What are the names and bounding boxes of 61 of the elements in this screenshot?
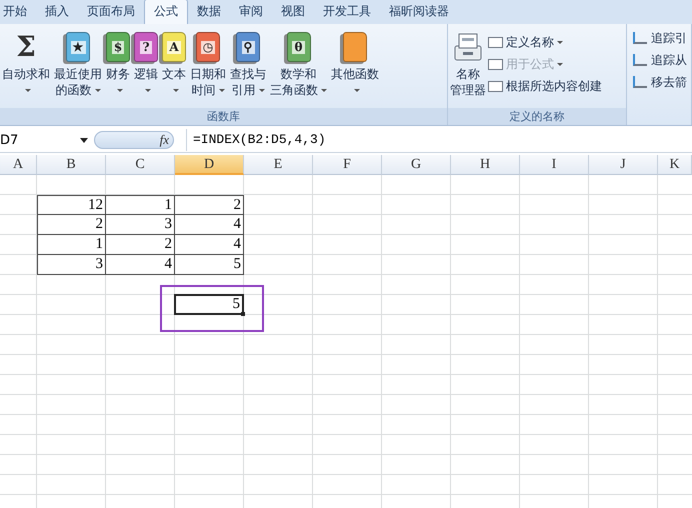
table-cell: 1 (106, 195, 175, 215)
ribbon-button[interactable]: 根据所选内容创建 (488, 76, 602, 96)
column-header[interactable]: G (382, 155, 451, 175)
table-cell: 2 (106, 235, 175, 255)
sigma-icon: Σ (16, 32, 36, 62)
formula-input[interactable]: =INDEX(B2:D5,4,3) (186, 129, 326, 151)
ribbon-button[interactable]: ◷ 日期和 时间 (188, 28, 228, 98)
ribbon-button[interactable]: 移去箭 (633, 72, 691, 92)
column-header[interactable]: H (451, 155, 520, 175)
book-icon: θ (286, 32, 310, 62)
table-cell: 4 (106, 255, 175, 275)
ribbon-tab[interactable]: 福昕阅读器 (380, 0, 458, 24)
column-header[interactable]: B (37, 155, 106, 175)
ribbon-button[interactable]: ? 逻辑 (132, 28, 160, 98)
book-icon: ◷ (196, 32, 220, 62)
column-header[interactable]: D (175, 155, 244, 175)
book-icon: ⚲ (236, 32, 260, 62)
group-label: 定义的名称 (448, 108, 626, 125)
ribbon-button[interactable]: 追踪引 (633, 28, 691, 48)
book-icon: $ (106, 32, 130, 62)
table-cell: 4 (175, 235, 244, 255)
ribbon-button[interactable]: A 文本 (160, 28, 188, 98)
ribbon-button[interactable]: Σ 自动求和 (0, 28, 52, 98)
column-header[interactable]: C (106, 155, 175, 175)
table-cell: 3 (37, 255, 106, 275)
column-header[interactable]: K (658, 155, 692, 175)
ribbon-tab[interactable]: 数据 (188, 0, 230, 24)
column-header[interactable]: F (313, 155, 382, 175)
ribbon-button[interactable]: 定义名称 (488, 32, 602, 52)
book-icon: A (162, 32, 186, 62)
column-header[interactable]: I (520, 155, 589, 175)
table-cell: 3 (106, 215, 175, 235)
table-cell: 2 (175, 195, 244, 215)
ribbon-tab[interactable]: 审阅 (230, 0, 272, 24)
ribbon-tab[interactable]: 插入 (36, 0, 78, 24)
group-label: 函数库 (0, 108, 447, 125)
ribbon-tab[interactable]: 公式 (144, 0, 188, 24)
insert-function-button[interactable]: fx (160, 132, 169, 148)
column-header[interactable]: E (244, 155, 313, 175)
table-cell: 12 (37, 195, 106, 215)
book-icon: ★ (66, 32, 90, 62)
ribbon-tab[interactable]: 开发工具 (314, 0, 380, 24)
name-box[interactable]: D7 (0, 130, 94, 150)
table-cell: 4 (175, 215, 244, 235)
table-cell: 2 (37, 215, 106, 235)
ribbon-tab[interactable]: 开始 (0, 0, 36, 24)
column-header[interactable]: A (0, 155, 37, 175)
ribbon-button[interactable]: 其他函数 (329, 28, 381, 98)
ribbon-button[interactable]: 名称 管理器 (448, 28, 488, 98)
ribbon-button[interactable]: ⚲ 查找与 引用 (228, 28, 268, 98)
column-header[interactable]: J (589, 155, 658, 175)
ribbon-button[interactable]: 追踪从 (633, 50, 691, 70)
book-icon: ? (134, 32, 158, 62)
selected-cell[interactable]: 5 (174, 294, 244, 315)
ribbon-tab[interactable]: 页面布局 (78, 0, 144, 24)
table-cell: 1 (37, 235, 106, 255)
ribbon-button[interactable]: θ 数学和 三角函数 (268, 28, 329, 98)
ribbon-tab[interactable]: 视图 (272, 0, 314, 24)
ribbon-button[interactable]: ★ 最近使用 的函数 (52, 28, 104, 98)
ribbon-button[interactable]: $ 财务 (104, 28, 132, 98)
table-cell: 5 (175, 255, 244, 275)
